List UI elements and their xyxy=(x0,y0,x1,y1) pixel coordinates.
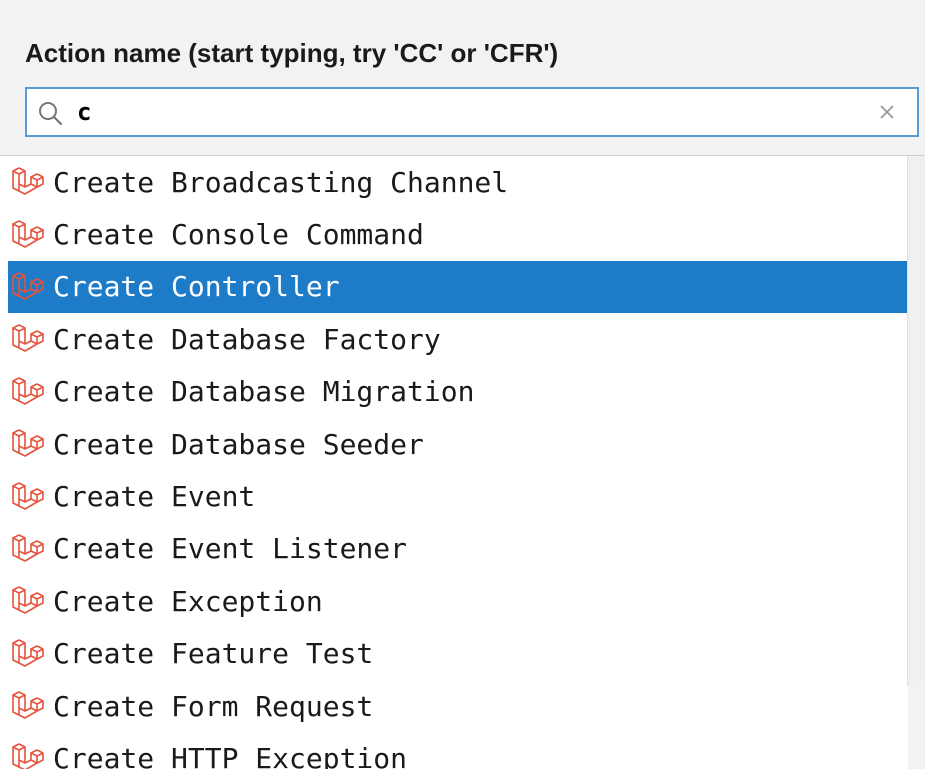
search-input[interactable] xyxy=(77,95,857,129)
action-label: Create Exception xyxy=(53,584,323,618)
list-item[interactable]: Create Database Seeder xyxy=(0,418,908,470)
laravel-icon xyxy=(12,272,44,300)
list-item[interactable]: Create Controller xyxy=(8,260,908,314)
laravel-icon xyxy=(12,167,44,195)
popup-title: Action name (start typing, try 'CC' or '… xyxy=(25,38,559,68)
action-label: Create Console Command xyxy=(53,218,424,252)
action-label: Create HTTP Exception xyxy=(53,741,408,769)
action-label: Create Event Listener xyxy=(53,532,408,566)
laravel-icon xyxy=(12,534,44,562)
action-label: Create Database Seeder xyxy=(53,427,424,461)
action-label: Create Form Request xyxy=(53,689,374,723)
laravel-icon xyxy=(12,429,44,457)
list-item[interactable]: Create Console Command xyxy=(0,208,908,260)
laravel-icon xyxy=(12,638,44,667)
list-item[interactable]: Create Form Request xyxy=(0,680,908,732)
laravel-icon xyxy=(12,324,44,353)
list-item[interactable]: Create Broadcasting Channel xyxy=(0,156,908,208)
action-label: Create Broadcasting Channel xyxy=(53,165,509,199)
laravel-icon xyxy=(12,586,44,615)
action-label: Create Feature Test xyxy=(53,637,374,671)
laravel-icon xyxy=(12,376,44,405)
list-item[interactable]: Create HTTP Exception xyxy=(0,732,908,769)
action-list[interactable]: Create Broadcasting Channel Create Conso… xyxy=(0,156,908,769)
list-item[interactable]: Create Database Migration xyxy=(0,366,908,418)
list-item[interactable]: Create Event Listener xyxy=(0,523,908,575)
laravel-icon xyxy=(12,481,44,510)
list-item[interactable]: Create Feature Test xyxy=(0,628,908,680)
action-search-popup: Action name (start typing, try 'CC' or '… xyxy=(0,0,925,769)
search-icon xyxy=(39,102,63,126)
search-box[interactable] xyxy=(25,87,919,137)
action-label: Create Database Migration xyxy=(53,375,475,409)
list-item[interactable]: Create Exception xyxy=(0,575,908,627)
action-label: Create Controller xyxy=(53,270,340,304)
laravel-icon xyxy=(12,743,44,769)
laravel-icon xyxy=(12,691,44,719)
list-item[interactable]: Create Event xyxy=(0,470,908,522)
action-label: Create Event xyxy=(53,480,256,514)
list-item[interactable]: Create Database Factory xyxy=(0,313,908,365)
laravel-icon xyxy=(12,219,44,248)
action-label: Create Database Factory xyxy=(53,322,441,356)
action-list-viewport: Create Broadcasting Channel Create Conso… xyxy=(0,155,925,769)
scrollbar[interactable] xyxy=(907,156,925,686)
close-icon[interactable] xyxy=(875,100,899,124)
